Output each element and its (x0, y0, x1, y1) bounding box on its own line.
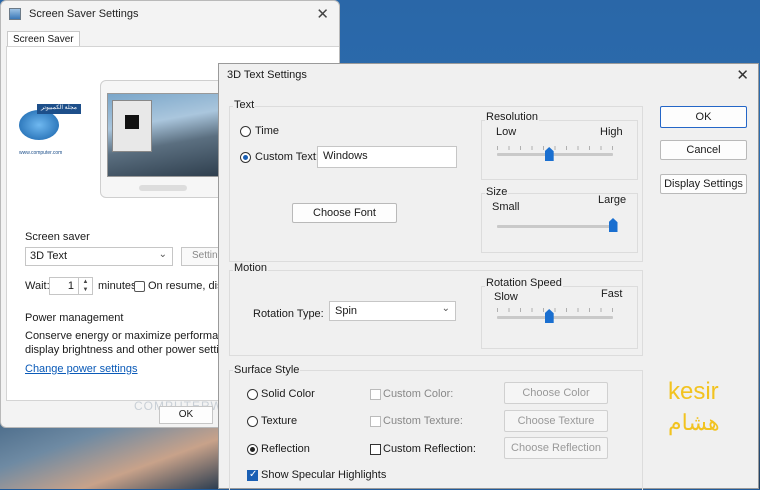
rotation-type-label: Rotation Type: (253, 308, 324, 320)
monitor-app-icon (9, 8, 21, 20)
wait-label: Wait: (25, 280, 50, 292)
title-bar: 3D Text Settings ✕ (219, 64, 758, 86)
choose-reflection-button[interactable]: Choose Reflection (504, 437, 608, 459)
preview-screen (107, 93, 220, 177)
size-large: Large (598, 194, 627, 206)
overlay-latin-text: kesir (668, 378, 719, 405)
ok-button[interactable]: OK (159, 406, 213, 424)
resolution-high: High (600, 126, 623, 138)
on-resume-checkbox[interactable] (134, 281, 145, 292)
texture-radio[interactable] (247, 416, 258, 427)
logo-globe-icon (19, 110, 59, 140)
change-power-link[interactable]: Change power settings (25, 363, 138, 375)
size-title: Size (485, 186, 509, 198)
custom-color-checkbox[interactable] (370, 389, 381, 400)
wait-stepper[interactable]: 1 ▲ ▼ (49, 277, 93, 295)
custom-texture-label: Custom Texture: (383, 415, 463, 427)
title-bar: Screen Saver Settings ✕ (1, 1, 339, 27)
reflection-label: Reflection (261, 443, 310, 455)
specular-label: Show Specular Highlights (261, 469, 387, 481)
custom-texture-checkbox[interactable] (370, 416, 381, 427)
custom-text-label: Custom Text: (255, 151, 319, 163)
tab-screen-saver[interactable]: Screen Saver (7, 31, 80, 47)
magazine-logo: مجلة الكمبيوتر www.computer.com (15, 86, 95, 158)
specular-checkbox[interactable] (247, 469, 258, 481)
time-label: Time (255, 125, 280, 137)
resolution-title: Resolution (485, 111, 539, 123)
choose-color-button[interactable]: Choose Color (504, 382, 608, 404)
close-icon[interactable]: ✕ (316, 5, 329, 23)
choose-font-button[interactable]: Choose Font (292, 203, 397, 223)
choose-texture-button[interactable]: Choose Texture (504, 410, 608, 432)
window-title: Screen Saver Settings (29, 8, 139, 20)
logo-text: مجلة الكمبيوتر (37, 104, 81, 114)
rotation-type-select[interactable]: Spin ⌄ (329, 301, 456, 321)
size-slider-track[interactable] (497, 225, 613, 228)
window-title: 3D Text Settings (227, 69, 307, 81)
chevron-down-icon: ⌄ (158, 249, 167, 260)
surface-style-title: Surface Style (233, 364, 301, 376)
custom-reflection-label: Custom Reflection: (383, 443, 476, 455)
motion-title: Motion (233, 262, 269, 274)
solid-color-label: Solid Color (261, 388, 315, 400)
speed-slider-track[interactable] (497, 316, 613, 319)
time-radio[interactable] (240, 126, 251, 137)
preview-monitor (100, 80, 225, 198)
power-desc: display brightness and other power setti… (25, 344, 240, 356)
chevron-down-icon: ⌄ (441, 303, 450, 314)
cancel-button[interactable]: Cancel (660, 140, 747, 160)
text-group-title: Text (233, 99, 256, 111)
rotation-speed-title: Rotation Speed (485, 277, 563, 289)
size-small: Small (492, 201, 520, 213)
custom-text-input[interactable]: Windows (317, 146, 457, 168)
speed-fast: Fast (601, 288, 623, 300)
speed-slow: Slow (494, 291, 518, 303)
overlay-arabic-text: هشام (668, 410, 720, 435)
custom-text-radio[interactable] (240, 152, 251, 163)
stepper-arrows-icon[interactable]: ▲ ▼ (78, 278, 92, 294)
custom-color-label: Custom Color: (383, 388, 454, 400)
screen-saver-label: Screen saver (25, 231, 90, 243)
resolution-slider-track[interactable] (497, 153, 613, 156)
resolution-low: Low (496, 126, 517, 138)
ok-button[interactable]: OK (660, 106, 747, 128)
custom-reflection-checkbox[interactable] (370, 444, 381, 455)
texture-label: Texture (261, 415, 298, 427)
display-settings-button[interactable]: Display Settings (660, 174, 747, 194)
logo-url: www.computer.com (19, 150, 63, 156)
minutes-label: minutes (98, 280, 137, 292)
power-title: Power management (25, 312, 124, 324)
reflection-radio[interactable] (247, 444, 258, 455)
close-icon[interactable]: ✕ (736, 66, 749, 84)
screen-saver-select[interactable]: 3D Text ⌄ (25, 247, 173, 266)
solid-color-radio[interactable] (247, 389, 258, 400)
